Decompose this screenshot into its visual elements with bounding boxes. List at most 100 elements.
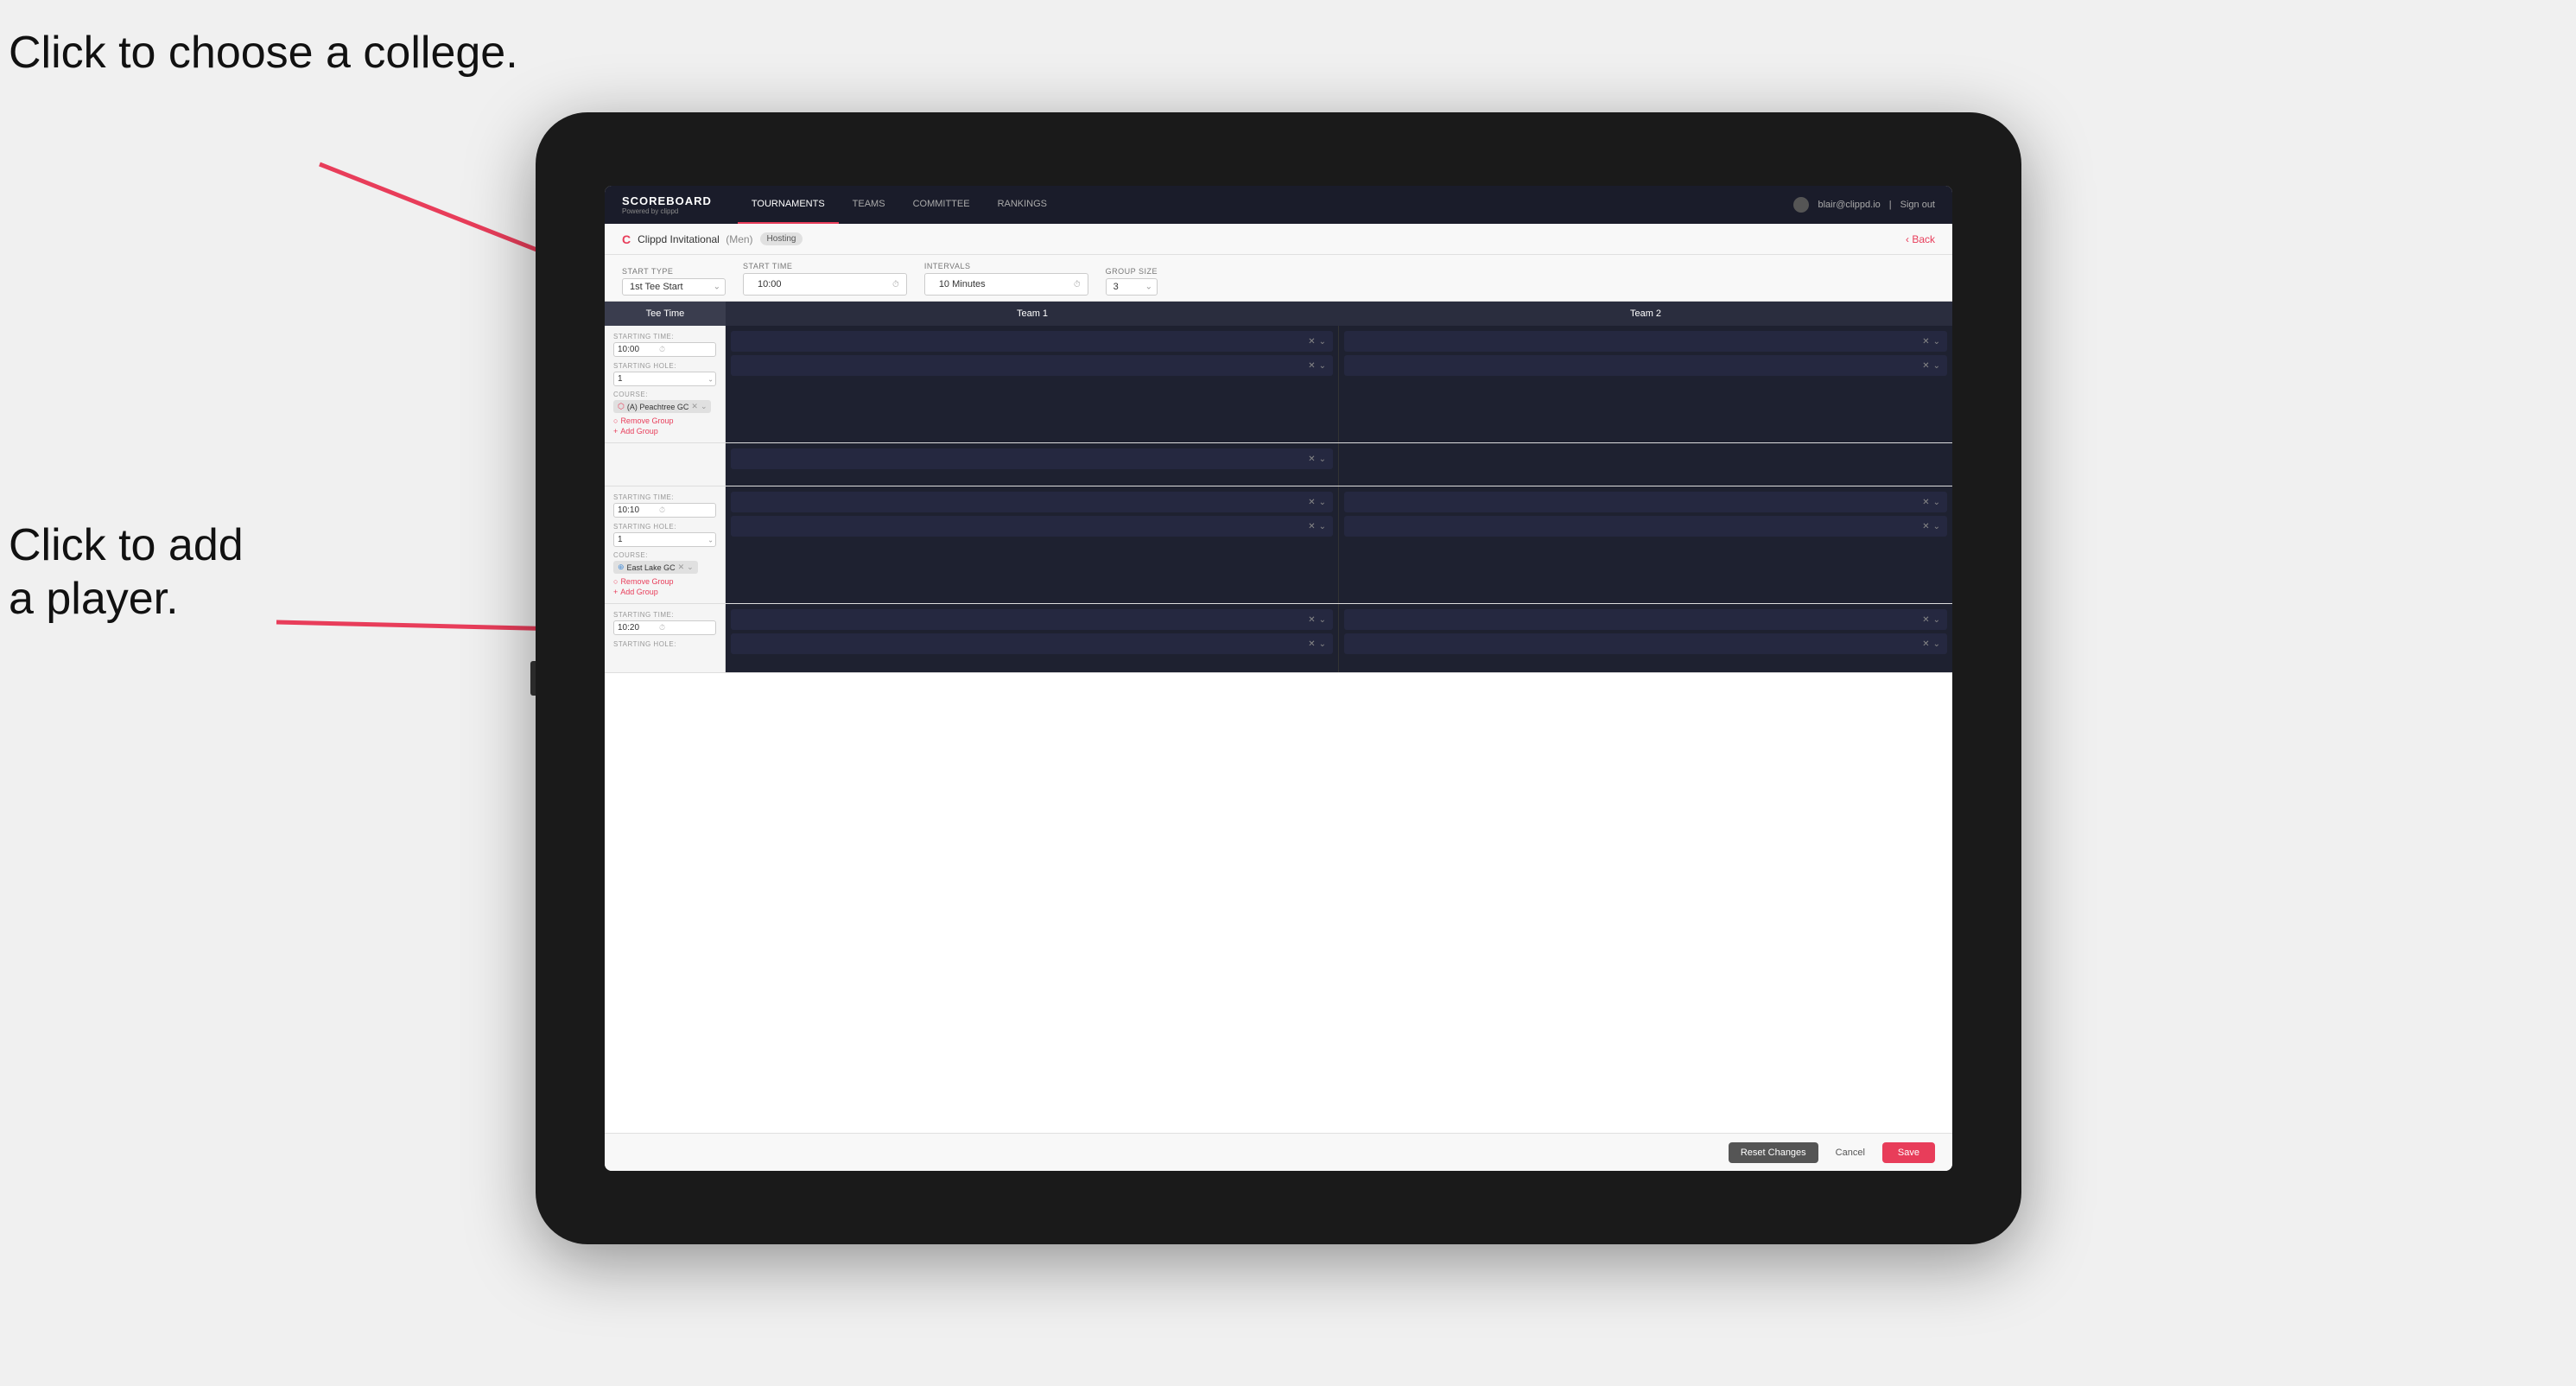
player-chevron-2-1[interactable]: ⌄ [1933, 337, 1940, 346]
time-input-3[interactable] [618, 623, 657, 633]
clock-icon: ⏱ [892, 280, 899, 289]
pc-r2-t1-1[interactable]: ⌄ [1319, 498, 1326, 507]
scroll-area[interactable]: Tee Time Team 1 Team 2 STARTING TIME: ⏱ … [605, 302, 1952, 1133]
app-footer: Reset Changes Cancel Save [605, 1133, 1952, 1171]
course-chevron-1[interactable]: ⌄ [701, 402, 707, 411]
pc-r2-t1-2[interactable]: ⌄ [1319, 522, 1326, 531]
intervals-field: Intervals ⏱ [924, 262, 1088, 296]
start-type-select-wrapper[interactable]: 1st Tee Start [622, 278, 726, 296]
group-size-select-wrapper[interactable]: 3 4 [1106, 278, 1158, 296]
hole-select-2[interactable]: 1 [613, 532, 716, 547]
px-r3-t2-1[interactable]: ✕ [1922, 615, 1929, 625]
hole-select-1[interactable]: 1 [613, 372, 716, 386]
pc-r3-t1-1[interactable]: ⌄ [1319, 615, 1326, 625]
nav-teams[interactable]: TEAMS [839, 186, 899, 224]
player-r3-t2-2[interactable]: ✕ ⌄ [1344, 633, 1947, 654]
group-size-field: Group Size 3 4 [1106, 267, 1158, 296]
logo-sub: Powered by clippd [622, 207, 712, 215]
player-x-btn-1-2[interactable]: ✕ [1308, 361, 1315, 371]
player-r2-t1-2[interactable]: ✕ ⌄ [731, 516, 1333, 537]
course-row-1: ✕ ⌄ [605, 443, 1952, 486]
th-team1: Team 1 [726, 302, 1339, 326]
annotation-player: Click to adda player. [9, 518, 244, 626]
pc-r3-t1-2[interactable]: ⌄ [1319, 639, 1326, 649]
team2-row1: ✕ ⌄ ✕ ⌄ [1339, 326, 1952, 442]
px-r3-t1-2[interactable]: ✕ [1308, 639, 1315, 649]
minus-icon-2: ○ [613, 577, 618, 586]
px-r2-t1-1[interactable]: ✕ [1308, 498, 1315, 507]
table-header: Tee Time Team 1 Team 2 [605, 302, 1952, 326]
px-r3-t1-1[interactable]: ✕ [1308, 615, 1315, 625]
tournament-title: Clippd Invitational (Men) [638, 233, 752, 245]
plus-icon-2: + [613, 588, 618, 596]
player-row-1-1[interactable]: ✕ ⌄ [731, 331, 1333, 352]
px-r2-t2-1[interactable]: ✕ [1922, 498, 1929, 507]
user-email: blair@clippd.io [1818, 200, 1880, 210]
time-input-1[interactable] [618, 345, 657, 354]
player-chevron-2-2[interactable]: ⌄ [1933, 361, 1940, 371]
back-button[interactable]: ‹ Back [1906, 233, 1935, 245]
player-x-btn-2-1[interactable]: ✕ [1922, 337, 1929, 346]
group-size-label: Group Size [1106, 267, 1158, 276]
course-label-2: COURSE: [613, 551, 716, 559]
group-size-select[interactable]: 3 4 [1106, 278, 1158, 296]
intervals-input[interactable] [932, 277, 1069, 292]
th-team2: Team 2 [1339, 302, 1952, 326]
player-chevron-1-2[interactable]: ⌄ [1319, 361, 1326, 371]
th-tee-time: Tee Time [605, 302, 726, 326]
pc-r2-t2-1[interactable]: ⌄ [1933, 498, 1940, 507]
player-ch-c-1[interactable]: ⌄ [1319, 455, 1326, 464]
course-remove-2[interactable]: ✕ [678, 563, 685, 572]
player-x-btn-2-2[interactable]: ✕ [1922, 361, 1929, 371]
starting-hole-label-1: STARTING HOLE: [613, 362, 716, 370]
px-r2-t1-2[interactable]: ✕ [1308, 522, 1315, 531]
start-type-field: Start Type 1st Tee Start [622, 267, 726, 296]
nav-right: blair@clippd.io | Sign out [1793, 197, 1935, 213]
pc-r3-t2-2[interactable]: ⌄ [1933, 639, 1940, 649]
player-x-c-1[interactable]: ✕ [1308, 455, 1315, 464]
player-r2-t1-1[interactable]: ✕ ⌄ [731, 492, 1333, 512]
remove-group-btn-2[interactable]: ○ Remove Group [613, 577, 716, 586]
nav-tournaments[interactable]: TOURNAMENTS [738, 186, 839, 224]
clippd-logo: C [622, 232, 631, 246]
reset-changes-button[interactable]: Reset Changes [1729, 1142, 1818, 1163]
team2-row3: ✕ ⌄ ✕ ⌄ [1339, 604, 1952, 672]
player-row-2-2[interactable]: ✕ ⌄ [1344, 355, 1947, 376]
tablet-frame: SCOREBOARD Powered by clippd TOURNAMENTS… [536, 112, 2021, 1244]
nav-rankings[interactable]: RANKINGS [984, 186, 1061, 224]
time-input-2[interactable] [618, 505, 657, 515]
player-x-btn-1-1[interactable]: ✕ [1308, 337, 1315, 346]
course-label-1: COURSE: [613, 391, 716, 398]
add-group-btn-2[interactable]: + Add Group [613, 588, 716, 596]
sign-out-link[interactable]: Sign out [1900, 200, 1935, 210]
player-row-1-2[interactable]: ✕ ⌄ [731, 355, 1333, 376]
player-r3-t1-2[interactable]: ✕ ⌄ [731, 633, 1333, 654]
nav-committee[interactable]: COMMITTEE [899, 186, 984, 224]
player-r2-t2-2[interactable]: ✕ ⌄ [1344, 516, 1947, 537]
pc-r2-t2-2[interactable]: ⌄ [1933, 522, 1940, 531]
px-r3-t2-2[interactable]: ✕ [1922, 639, 1929, 649]
player-r3-t2-1[interactable]: ✕ ⌄ [1344, 609, 1947, 630]
add-group-btn-1[interactable]: + Add Group [613, 427, 716, 436]
save-button[interactable]: Save [1882, 1142, 1935, 1163]
top-nav: SCOREBOARD Powered by clippd TOURNAMENTS… [605, 186, 1952, 224]
pc-r3-t2-1[interactable]: ⌄ [1933, 615, 1940, 625]
logo-title: SCOREBOARD [622, 194, 712, 207]
annotation-college: Click to choose a college. [9, 26, 518, 79]
tee-row-2: STARTING TIME: ⏱ STARTING HOLE: 1 ⌄ [605, 486, 1952, 604]
start-time-input[interactable] [751, 277, 887, 292]
start-type-select[interactable]: 1st Tee Start [622, 278, 726, 296]
course-remove-1[interactable]: ✕ [691, 402, 698, 411]
team1-row3: ✕ ⌄ ✕ ⌄ [726, 604, 1339, 672]
course-chevron-2[interactable]: ⌄ [687, 563, 694, 572]
player-r3-t1-1[interactable]: ✕ ⌄ [731, 609, 1333, 630]
tablet-screen: SCOREBOARD Powered by clippd TOURNAMENTS… [605, 186, 1952, 1171]
player-row-2-1[interactable]: ✕ ⌄ [1344, 331, 1947, 352]
tee-row-2-left: STARTING TIME: ⏱ STARTING HOLE: 1 ⌄ [605, 486, 726, 603]
remove-group-btn-1[interactable]: ○ Remove Group [613, 416, 716, 425]
player-r2-t2-1[interactable]: ✕ ⌄ [1344, 492, 1947, 512]
cancel-button[interactable]: Cancel [1827, 1142, 1874, 1163]
px-r2-t2-2[interactable]: ✕ [1922, 522, 1929, 531]
player-course-row-1[interactable]: ✕ ⌄ [731, 448, 1333, 469]
player-chevron-1-1[interactable]: ⌄ [1319, 337, 1326, 346]
